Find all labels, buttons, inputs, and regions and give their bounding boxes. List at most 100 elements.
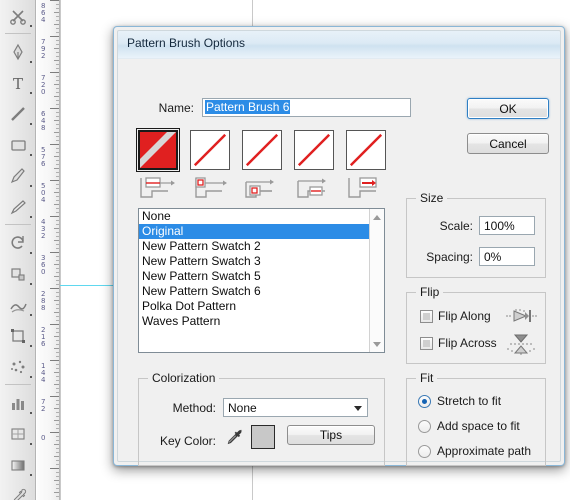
list-item[interactable]: Waves Pattern <box>139 314 369 329</box>
fit-radio-0[interactable] <box>418 395 431 408</box>
ruler-tick <box>54 240 59 241</box>
dialog-titlebar[interactable]: Pattern Brush Options <box>118 31 560 59</box>
ruler-tick <box>56 496 59 497</box>
spacing-value: 0% <box>484 249 502 264</box>
end-tile-swatch[interactable] <box>346 130 386 170</box>
ruler-tick <box>56 160 59 161</box>
ruler-tick <box>56 104 59 105</box>
flip-across-checkbox[interactable] <box>420 337 433 350</box>
ruler-tick <box>56 364 59 365</box>
ruler-tick <box>56 304 59 305</box>
ruler-tick <box>50 0 59 1</box>
ruler-tick <box>56 268 59 269</box>
fit-radio-2[interactable] <box>418 445 431 458</box>
symbol-sprayer-tool[interactable] <box>0 351 36 382</box>
pen-tool[interactable] <box>0 36 36 67</box>
type-tool[interactable]: T <box>0 67 36 98</box>
ruler-tick <box>56 140 59 141</box>
ruler-tick <box>56 400 59 401</box>
ruler-tick <box>56 124 59 125</box>
flip-across-icon <box>505 333 537 355</box>
pattern-listbox[interactable]: None Original New Pattern Swatch 2 New Patt… <box>138 208 385 353</box>
flip-group-label: Flip <box>416 285 444 299</box>
name-input[interactable]: Pattern Brush 6 <box>202 98 411 117</box>
ruler-tick <box>56 292 59 293</box>
scale-input[interactable]: 100% <box>479 216 535 235</box>
paintbrush-tool[interactable] <box>0 160 36 191</box>
toolbar-divider <box>4 384 31 385</box>
cancel-button[interactable]: Cancel <box>467 133 549 154</box>
pattern-brush-options-dialog[interactable]: Pattern Brush Options Name: Pattern Brus… <box>113 26 565 466</box>
ruler-tick <box>56 340 59 341</box>
scale-label: Scale: <box>439 219 473 233</box>
scale-tool[interactable] <box>0 258 36 289</box>
inner-corner-tile-swatch[interactable] <box>242 130 282 170</box>
tips-button[interactable]: Tips <box>287 425 375 445</box>
rectangle-tool[interactable] <box>0 129 36 160</box>
list-item[interactable]: New Pattern Swatch 6 <box>139 284 369 299</box>
warp-tool[interactable] <box>0 289 36 320</box>
ruler-tick <box>56 164 59 165</box>
ok-button[interactable]: OK <box>467 98 549 119</box>
mesh-tool[interactable] <box>0 418 36 449</box>
rotate-tool[interactable] <box>0 227 36 258</box>
free-transform-tool[interactable] <box>0 320 36 351</box>
list-item[interactable]: Polka Dot Pattern <box>139 299 369 314</box>
ruler-tick <box>56 236 59 237</box>
ruler-tick <box>56 436 59 437</box>
ruler-tick <box>56 136 59 137</box>
scroll-up-icon[interactable] <box>370 210 384 224</box>
eyedropper-icon[interactable] <box>225 427 245 449</box>
tools-panel[interactable]: T <box>0 0 36 500</box>
fit-radio-1[interactable] <box>418 420 431 433</box>
method-select[interactable]: None <box>223 398 368 417</box>
outer-corner-tile-swatch[interactable] <box>190 130 230 170</box>
listbox-scrollbar[interactable] <box>369 209 384 352</box>
list-item[interactable]: New Pattern Swatch 5 <box>139 269 369 284</box>
end-tile-column <box>346 130 392 201</box>
ruler-tick <box>56 380 59 381</box>
ruler-label: 864 <box>41 2 45 24</box>
start-tile-swatch[interactable] <box>294 130 334 170</box>
ruler-tick <box>56 296 59 297</box>
scissors-tool[interactable] <box>0 0 36 31</box>
fit-group-label: Fit <box>416 371 438 385</box>
ruler-tick <box>54 336 59 337</box>
column-graph-tool[interactable] <box>0 387 36 418</box>
gradient-tool[interactable] <box>0 449 36 480</box>
chevron-down-icon <box>354 406 362 411</box>
ruler-tick <box>56 8 59 9</box>
list-item[interactable]: None <box>139 209 369 224</box>
list-item[interactable]: New Pattern Swatch 3 <box>139 254 369 269</box>
ruler-tick <box>56 256 59 257</box>
scroll-down-icon[interactable] <box>370 337 384 351</box>
line-segment-tool[interactable] <box>0 98 36 129</box>
flip-along-checkbox[interactable] <box>420 310 433 323</box>
vertical-ruler[interactable]: 864792720648576504432360288216144720 <box>37 0 60 500</box>
ruler-tick <box>56 356 59 357</box>
side-tile-swatch[interactable] <box>136 128 180 172</box>
list-item[interactable]: New Pattern Swatch 2 <box>139 239 369 254</box>
list-item[interactable]: Original <box>139 224 369 239</box>
ruler-tick <box>56 244 59 245</box>
ruler-tick <box>56 320 59 321</box>
ruler-tick <box>54 456 59 457</box>
ruler-tick <box>56 476 59 477</box>
ruler-tick <box>56 88 59 89</box>
pencil-tool[interactable] <box>0 191 36 222</box>
fit-radio-label-1: Add space to fit <box>437 419 520 433</box>
ruler-tick <box>50 432 59 433</box>
fit-radio-label-2: Approximate path <box>437 444 532 458</box>
ruler-label: 432 <box>41 218 45 240</box>
ruler-tick <box>56 116 59 117</box>
method-select-value: None <box>228 400 257 415</box>
ruler-tick <box>54 480 59 481</box>
ruler-tick <box>56 460 59 461</box>
eyedropper-tool[interactable] <box>0 480 36 500</box>
key-color-swatch[interactable] <box>251 425 275 449</box>
ruler-tick <box>50 468 59 469</box>
ruler-tick <box>56 196 59 197</box>
svg-text:T: T <box>13 75 23 92</box>
spacing-input[interactable]: 0% <box>479 247 535 266</box>
pattern-list[interactable]: None Original New Pattern Swatch 2 New Patt… <box>139 209 369 329</box>
